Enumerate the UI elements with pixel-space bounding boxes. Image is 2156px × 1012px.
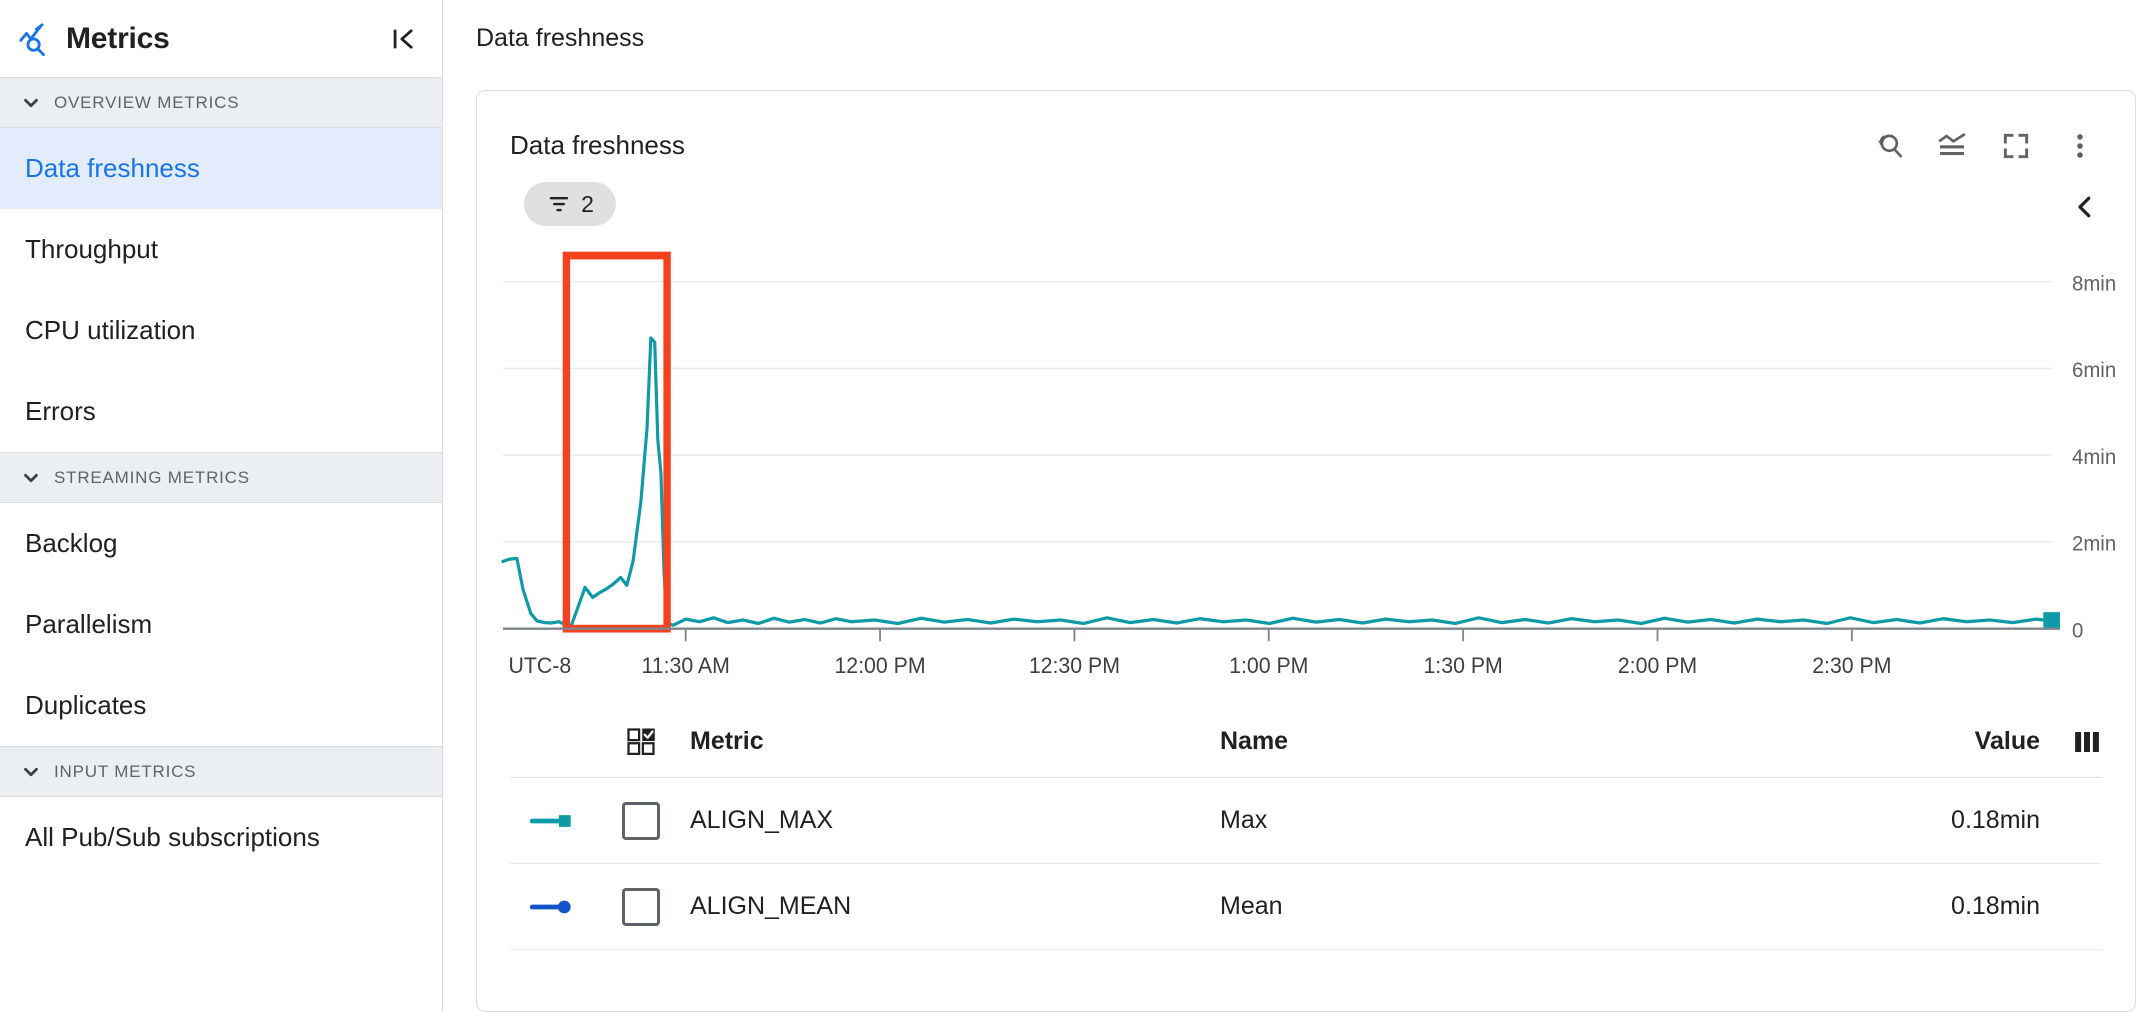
table-header-row: Metric Name Value xyxy=(510,706,2102,778)
chevron-down-icon xyxy=(20,761,42,783)
filter-icon xyxy=(546,191,572,217)
data-freshness-line-chart[interactable]: 0 2min 4min 6min 8min 11:30 AM 12:00 PM 12:30 P… xyxy=(477,242,2135,706)
chevron-down-icon xyxy=(20,92,42,114)
sidebar-item-throughput[interactable]: Throughput xyxy=(0,209,442,290)
sidebar-item-data-freshness[interactable]: Data freshness xyxy=(0,128,442,209)
chart-style-icon[interactable] xyxy=(1930,124,1974,168)
table-row[interactable]: ALIGN_MAX Max 0.18min xyxy=(510,778,2102,864)
sidebar-item-label: All Pub/Sub subscriptions xyxy=(25,822,320,852)
svg-text:2:30 PM: 2:30 PM xyxy=(1812,653,1891,679)
card-title: Data freshness xyxy=(510,130,685,160)
cell-name: Max xyxy=(1220,806,1268,834)
series-color-marker xyxy=(510,808,610,834)
svg-text:1:00 PM: 1:00 PM xyxy=(1229,653,1308,679)
cell-metric: ALIGN_MEAN xyxy=(690,892,852,920)
cell-value: 0.18min xyxy=(1951,806,2040,834)
cell-metric: ALIGN_MAX xyxy=(690,806,834,834)
fullscreen-icon[interactable] xyxy=(1994,124,2038,168)
column-header-metric[interactable]: Metric xyxy=(672,727,1220,756)
sidebar-item-label: Parallelism xyxy=(25,609,153,639)
checkbox-box[interactable] xyxy=(622,887,660,926)
card-toolbar xyxy=(1866,124,2102,168)
sidebar-section-input-metrics[interactable]: INPUT METRICS xyxy=(0,746,442,797)
series-color-marker xyxy=(510,894,610,920)
svg-text:12:30 PM: 12:30 PM xyxy=(1029,653,1120,679)
checkbox-box[interactable] xyxy=(622,801,660,840)
sidebar-section-label: OVERVIEW METRICS xyxy=(54,92,240,112)
select-all-grid-icon[interactable] xyxy=(610,727,672,757)
sidebar-item-cpu-utilization[interactable]: CPU utilization xyxy=(0,290,442,371)
column-header-name[interactable]: Name xyxy=(1220,727,1740,756)
svg-text:2min: 2min xyxy=(2072,532,2116,555)
sidebar: Metrics OVERVIEW METRICS Data freshness … xyxy=(0,0,443,1012)
sidebar-item-all-pubsub-subscriptions[interactable]: All Pub/Sub subscriptions xyxy=(0,797,442,878)
sidebar-section-overview-metrics[interactable]: OVERVIEW METRICS xyxy=(0,77,442,128)
svg-text:1:30 PM: 1:30 PM xyxy=(1423,653,1502,679)
sidebar-section-label: STREAMING METRICS xyxy=(54,467,250,487)
metric-card: Data freshness 2 0 2min 4min 6min 8min 1… xyxy=(476,90,2136,1012)
svg-text:UTC-8: UTC-8 xyxy=(508,653,571,679)
chart-controls-row: 2 xyxy=(477,168,2135,226)
sidebar-item-label: Backlog xyxy=(25,528,118,558)
sidebar-item-parallelism[interactable]: Parallelism xyxy=(0,584,442,665)
metric-legend-table: Metric Name Value ALIGN_MAX Max 0.18min … xyxy=(477,706,2135,1011)
sidebar-item-label: Errors xyxy=(25,396,96,426)
page-title: Metrics xyxy=(66,21,170,55)
content-header-title: Data freshness xyxy=(476,24,645,52)
sidebar-item-duplicates[interactable]: Duplicates xyxy=(0,665,442,746)
sidebar-item-errors[interactable]: Errors xyxy=(0,371,442,452)
sidebar-section-streaming-metrics[interactable]: STREAMING METRICS xyxy=(0,452,442,503)
chevron-down-icon xyxy=(20,467,42,489)
chart-axes: 0 2min 4min 6min 8min 11:30 AM 12:00 PM 12:30 P… xyxy=(502,272,2116,679)
column-settings-icon[interactable] xyxy=(2040,727,2102,757)
svg-text:4min: 4min xyxy=(2072,445,2116,468)
main-content: Data freshness Data freshness 2 0 2min 4… xyxy=(443,0,2156,1012)
chart-gridlines xyxy=(502,280,2052,543)
column-header-value[interactable]: Value xyxy=(1740,727,2040,756)
sidebar-item-label: Throughput xyxy=(25,234,158,264)
cell-name: Mean xyxy=(1220,892,1283,920)
sidebar-item-label: Duplicates xyxy=(25,690,147,720)
row-checkbox[interactable] xyxy=(610,887,672,926)
sidebar-header: Metrics xyxy=(0,0,442,77)
svg-text:12:00 PM: 12:00 PM xyxy=(834,653,925,679)
card-header: Data freshness xyxy=(477,91,2135,168)
filter-chip[interactable]: 2 xyxy=(524,182,616,226)
svg-text:0: 0 xyxy=(2072,619,2083,642)
svg-text:6min: 6min xyxy=(2072,359,2116,382)
chart-series xyxy=(501,336,2060,630)
sidebar-item-backlog[interactable]: Backlog xyxy=(0,503,442,584)
cell-value: 0.18min xyxy=(1951,892,2040,920)
svg-text:11:30 AM: 11:30 AM xyxy=(641,653,729,679)
content-header: Data freshness xyxy=(443,0,2156,77)
sidebar-item-label: Data freshness xyxy=(25,153,200,183)
chart-area: 0 2min 4min 6min 8min 11:30 AM 12:00 PM 12:30 P… xyxy=(477,226,2135,706)
collapse-panel-icon[interactable] xyxy=(386,22,420,56)
svg-text:2:00 PM: 2:00 PM xyxy=(1618,653,1697,679)
metrics-explorer-icon xyxy=(18,22,52,56)
chevron-left-icon[interactable] xyxy=(2068,190,2102,224)
sidebar-section-label: INPUT METRICS xyxy=(54,761,197,781)
chart-annotation xyxy=(562,251,671,633)
table-row[interactable]: ALIGN_MEAN Mean 0.18min xyxy=(510,864,2102,950)
row-checkbox[interactable] xyxy=(610,801,672,840)
sidebar-item-label: CPU utilization xyxy=(25,315,196,345)
metrics-page: Metrics OVERVIEW METRICS Data freshness … xyxy=(0,0,2156,1012)
reset-zoom-icon[interactable] xyxy=(1866,124,1910,168)
filter-count: 2 xyxy=(581,190,594,217)
svg-text:8min: 8min xyxy=(2072,272,2116,295)
more-options-icon[interactable] xyxy=(2058,124,2102,168)
